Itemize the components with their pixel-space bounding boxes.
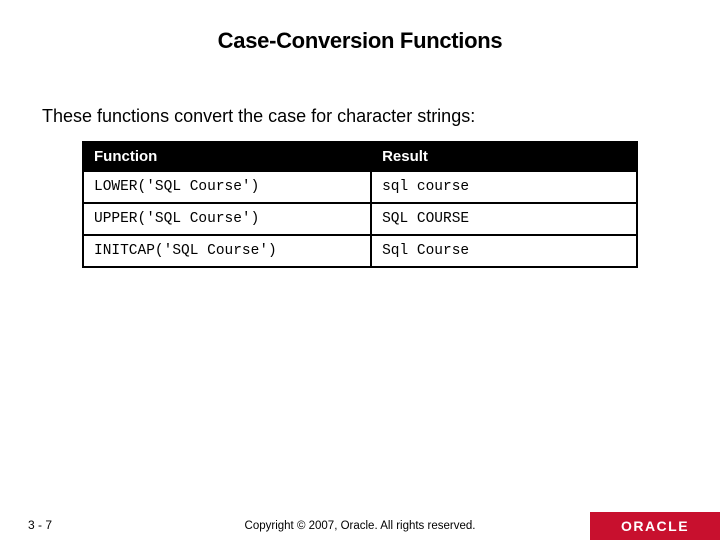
function-table: Function Result LOWER('SQL Course') sql … [82,141,638,268]
col-header-function: Function [83,142,371,171]
cell-function: UPPER('SQL Course') [83,203,371,235]
table-row: LOWER('SQL Course') sql course [83,171,637,203]
cell-result: Sql Course [371,235,637,267]
cell-function: INITCAP('SQL Course') [83,235,371,267]
intro-text: These functions convert the case for cha… [0,54,720,127]
table-row: INITCAP('SQL Course') Sql Course [83,235,637,267]
oracle-logo-icon: ORACLE [621,518,689,534]
footer: 3 - 7 Copyright © 2007, Oracle. All righ… [0,504,720,540]
cell-result: sql course [371,171,637,203]
brand-bar: ORACLE [590,512,720,540]
table-row: UPPER('SQL Course') SQL COURSE [83,203,637,235]
table-header-row: Function Result [83,142,637,171]
cell-function: LOWER('SQL Course') [83,171,371,203]
col-header-result: Result [371,142,637,171]
cell-result: SQL COURSE [371,203,637,235]
slide-title: Case-Conversion Functions [0,0,720,54]
